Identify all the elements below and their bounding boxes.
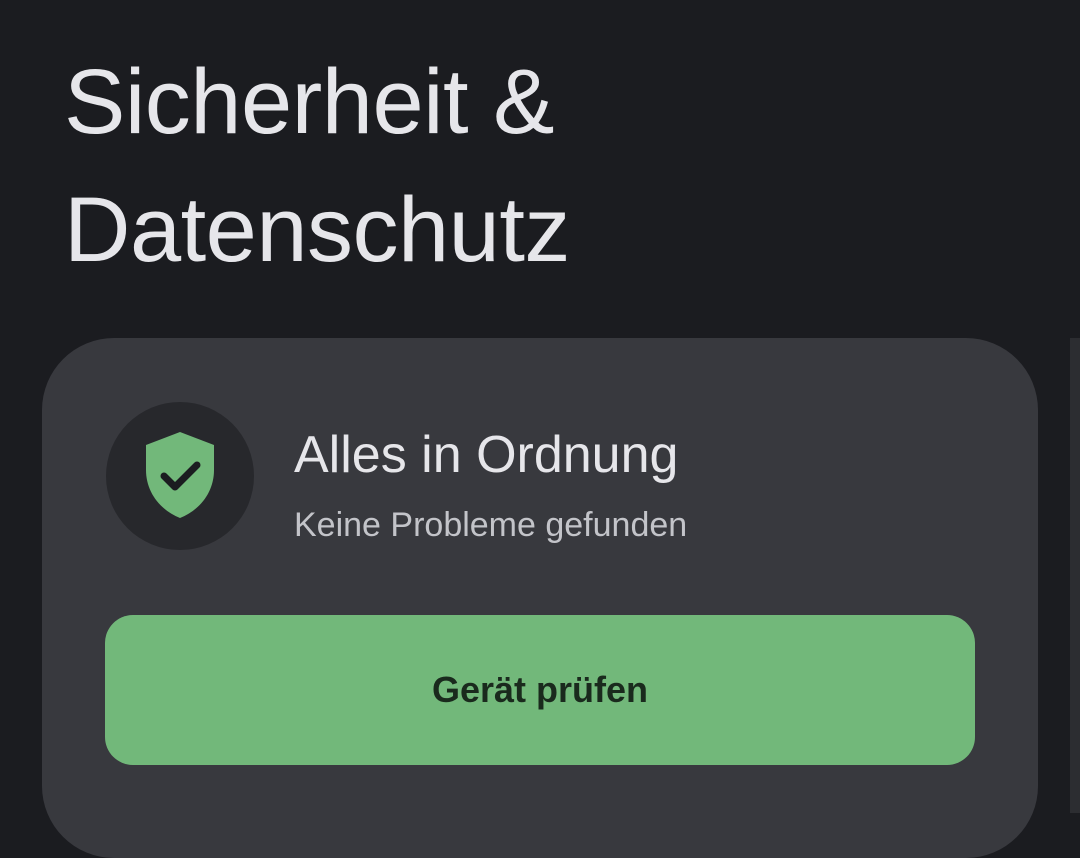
page-title-line2: Datenschutz xyxy=(64,179,570,281)
security-status-card: Alles in Ordnung Keine Probleme gefunden… xyxy=(42,338,1038,858)
status-icon-container xyxy=(106,402,254,550)
status-subtitle: Keine Probleme gefunden xyxy=(294,506,688,544)
page-title-line1: Sicherheit & xyxy=(64,51,555,153)
check-device-button[interactable]: Gerät prüfen xyxy=(105,615,975,765)
check-device-button-label: Gerät prüfen xyxy=(431,669,649,710)
page-title: Sicherheit & Datenschutz xyxy=(64,38,964,294)
scrollbar[interactable] xyxy=(1070,338,1080,813)
shield-check-icon xyxy=(146,432,214,518)
status-title: Alles in Ordnung xyxy=(294,426,679,484)
